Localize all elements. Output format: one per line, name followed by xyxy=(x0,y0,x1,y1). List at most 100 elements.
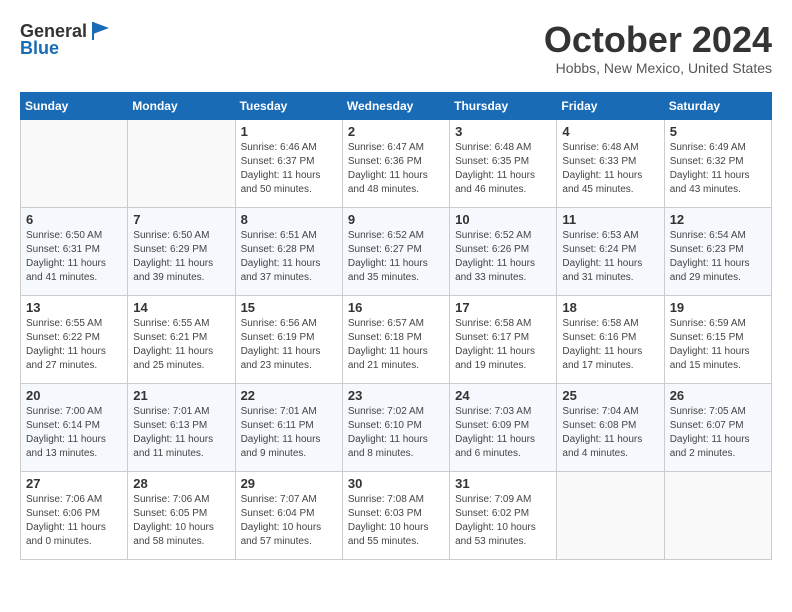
calendar-cell: 30 Sunrise: 7:08 AMSunset: 6:03 PMDayligh… xyxy=(342,471,449,559)
day-number: 21 xyxy=(133,388,229,403)
day-number: 22 xyxy=(241,388,337,403)
day-info: Sunrise: 6:50 AMSunset: 6:29 PMDaylight:… xyxy=(133,229,229,285)
calendar-cell: 31 Sunrise: 7:09 AMSunset: 6:02 PMDayligh… xyxy=(450,471,557,559)
day-info: Sunrise: 6:53 AMSunset: 6:24 PMDaylight:… xyxy=(562,229,658,285)
day-info: Sunrise: 6:55 AMSunset: 6:21 PMDaylight:… xyxy=(133,317,229,373)
week-row-4: 27 Sunrise: 7:06 AMSunset: 6:06 PMDayligh… xyxy=(21,471,772,559)
day-number: 24 xyxy=(455,388,551,403)
calendar-cell: 8Sunrise: 6:51 AMSunset: 6:28 PMDaylight… xyxy=(235,207,342,295)
day-number: 26 xyxy=(670,388,766,403)
day-header-thursday: Thursday xyxy=(450,92,557,119)
week-row-1: 6 Sunrise: 6:50 AMSunset: 6:31 PMDaylight… xyxy=(21,207,772,295)
day-info: Sunrise: 6:52 AMSunset: 6:27 PMDaylight:… xyxy=(348,229,444,285)
calendar-cell: 24 Sunrise: 7:03 AMSunset: 6:09 PMDayligh… xyxy=(450,383,557,471)
day-info: Sunrise: 6:54 AMSunset: 6:23 PMDaylight:… xyxy=(670,229,766,285)
day-header-saturday: Saturday xyxy=(664,92,771,119)
calendar-cell xyxy=(664,471,771,559)
calendar-cell xyxy=(557,471,664,559)
day-info: Sunrise: 6:56 AMSunset: 6:19 PMDaylight:… xyxy=(241,317,337,373)
calendar-cell: 28 Sunrise: 7:06 AMSunset: 6:05 PMDayligh… xyxy=(128,471,235,559)
day-number: 28 xyxy=(133,476,229,491)
day-number: 18 xyxy=(562,300,658,315)
logo-flag-icon xyxy=(89,20,111,42)
title-block: October 2024 Hobbs, New Mexico, United S… xyxy=(544,20,772,76)
day-info: Sunrise: 6:58 AMSunset: 6:17 PMDaylight:… xyxy=(455,317,551,373)
day-number: 27 xyxy=(26,476,122,491)
calendar-cell: 15 Sunrise: 6:56 AMSunset: 6:19 PMDayligh… xyxy=(235,295,342,383)
week-row-2: 13 Sunrise: 6:55 AMSunset: 6:22 PMDayligh… xyxy=(21,295,772,383)
calendar-cell: 2Sunrise: 6:47 AMSunset: 6:36 PMDaylight… xyxy=(342,119,449,207)
calendar-cell: 4 Sunrise: 6:48 AMSunset: 6:33 PMDaylight… xyxy=(557,119,664,207)
calendar-table: SundayMondayTuesdayWednesdayThursdayFrid… xyxy=(20,92,772,560)
day-number: 19 xyxy=(670,300,766,315)
day-info: Sunrise: 7:07 AMSunset: 6:04 PMDaylight:… xyxy=(241,493,337,549)
day-info: Sunrise: 7:01 AMSunset: 6:13 PMDaylight:… xyxy=(133,405,229,461)
day-header-sunday: Sunday xyxy=(21,92,128,119)
calendar-cell: 13 Sunrise: 6:55 AMSunset: 6:22 PMDayligh… xyxy=(21,295,128,383)
day-info: Sunrise: 6:46 AMSunset: 6:37 PMDaylight:… xyxy=(241,141,337,197)
day-number: 13 xyxy=(26,300,122,315)
calendar-cell: 22 Sunrise: 7:01 AMSunset: 6:11 PMDayligh… xyxy=(235,383,342,471)
calendar-cell: 11Sunrise: 6:53 AMSunset: 6:24 PMDayligh… xyxy=(557,207,664,295)
logo: General Blue xyxy=(20,20,111,59)
day-info: Sunrise: 6:50 AMSunset: 6:31 PMDaylight:… xyxy=(26,229,122,285)
day-info: Sunrise: 6:48 AMSunset: 6:33 PMDaylight:… xyxy=(562,141,658,197)
day-info: Sunrise: 6:55 AMSunset: 6:22 PMDaylight:… xyxy=(26,317,122,373)
day-info: Sunrise: 7:06 AMSunset: 6:06 PMDaylight:… xyxy=(26,493,122,549)
day-info: Sunrise: 7:05 AMSunset: 6:07 PMDaylight:… xyxy=(670,405,766,461)
day-number: 3 xyxy=(455,124,551,139)
day-number: 14 xyxy=(133,300,229,315)
calendar-cell: 10 Sunrise: 6:52 AMSunset: 6:26 PMDayligh… xyxy=(450,207,557,295)
location: Hobbs, New Mexico, United States xyxy=(544,60,772,76)
day-number: 30 xyxy=(348,476,444,491)
calendar-cell: 16 Sunrise: 6:57 AMSunset: 6:18 PMDayligh… xyxy=(342,295,449,383)
day-info: Sunrise: 7:09 AMSunset: 6:02 PMDaylight:… xyxy=(455,493,551,549)
calendar-cell: 17Sunrise: 6:58 AMSunset: 6:17 PMDayligh… xyxy=(450,295,557,383)
calendar-cell: 23 Sunrise: 7:02 AMSunset: 6:10 PMDayligh… xyxy=(342,383,449,471)
calendar-cell: 26 Sunrise: 7:05 AMSunset: 6:07 PMDayligh… xyxy=(664,383,771,471)
day-header-tuesday: Tuesday xyxy=(235,92,342,119)
day-info: Sunrise: 7:02 AMSunset: 6:10 PMDaylight:… xyxy=(348,405,444,461)
day-info: Sunrise: 7:06 AMSunset: 6:05 PMDaylight:… xyxy=(133,493,229,549)
calendar-cell: 14 Sunrise: 6:55 AMSunset: 6:21 PMDayligh… xyxy=(128,295,235,383)
day-header-wednesday: Wednesday xyxy=(342,92,449,119)
day-header-friday: Friday xyxy=(557,92,664,119)
day-number: 15 xyxy=(241,300,337,315)
month-title: October 2024 xyxy=(544,20,772,60)
day-number: 4 xyxy=(562,124,658,139)
day-number: 25 xyxy=(562,388,658,403)
calendar-cell: 18 Sunrise: 6:58 AMSunset: 6:16 PMDayligh… xyxy=(557,295,664,383)
calendar-cell: 12Sunrise: 6:54 AMSunset: 6:23 PMDayligh… xyxy=(664,207,771,295)
day-info: Sunrise: 7:08 AMSunset: 6:03 PMDaylight:… xyxy=(348,493,444,549)
day-info: Sunrise: 7:04 AMSunset: 6:08 PMDaylight:… xyxy=(562,405,658,461)
day-number: 29 xyxy=(241,476,337,491)
calendar-cell: 21 Sunrise: 7:01 AMSunset: 6:13 PMDayligh… xyxy=(128,383,235,471)
calendar-cell: 1 Sunrise: 6:46 AMSunset: 6:37 PMDaylight… xyxy=(235,119,342,207)
day-info: Sunrise: 7:00 AMSunset: 6:14 PMDaylight:… xyxy=(26,405,122,461)
day-number: 5 xyxy=(670,124,766,139)
day-number: 8 xyxy=(241,212,337,227)
day-number: 6 xyxy=(26,212,122,227)
day-number: 1 xyxy=(241,124,337,139)
day-number: 9 xyxy=(348,212,444,227)
day-info: Sunrise: 6:47 AMSunset: 6:36 PMDaylight:… xyxy=(348,141,444,197)
calendar-cell: 27 Sunrise: 7:06 AMSunset: 6:06 PMDayligh… xyxy=(21,471,128,559)
week-row-0: 1 Sunrise: 6:46 AMSunset: 6:37 PMDaylight… xyxy=(21,119,772,207)
day-number: 31 xyxy=(455,476,551,491)
calendar-cell: 6 Sunrise: 6:50 AMSunset: 6:31 PMDaylight… xyxy=(21,207,128,295)
day-info: Sunrise: 6:52 AMSunset: 6:26 PMDaylight:… xyxy=(455,229,551,285)
day-info: Sunrise: 6:57 AMSunset: 6:18 PMDaylight:… xyxy=(348,317,444,373)
calendar-cell: 3 Sunrise: 6:48 AMSunset: 6:35 PMDaylight… xyxy=(450,119,557,207)
day-number: 10 xyxy=(455,212,551,227)
calendar-cell xyxy=(128,119,235,207)
day-info: Sunrise: 7:01 AMSunset: 6:11 PMDaylight:… xyxy=(241,405,337,461)
calendar-cell: 29 Sunrise: 7:07 AMSunset: 6:04 PMDayligh… xyxy=(235,471,342,559)
day-number: 23 xyxy=(348,388,444,403)
day-info: Sunrise: 6:48 AMSunset: 6:35 PMDaylight:… xyxy=(455,141,551,197)
calendar-cell: 7 Sunrise: 6:50 AMSunset: 6:29 PMDaylight… xyxy=(128,207,235,295)
day-info: Sunrise: 6:58 AMSunset: 6:16 PMDaylight:… xyxy=(562,317,658,373)
page-header: General Blue October 2024 Hobbs, New Mex… xyxy=(20,20,772,76)
day-number: 7 xyxy=(133,212,229,227)
day-info: Sunrise: 7:03 AMSunset: 6:09 PMDaylight:… xyxy=(455,405,551,461)
day-number: 16 xyxy=(348,300,444,315)
